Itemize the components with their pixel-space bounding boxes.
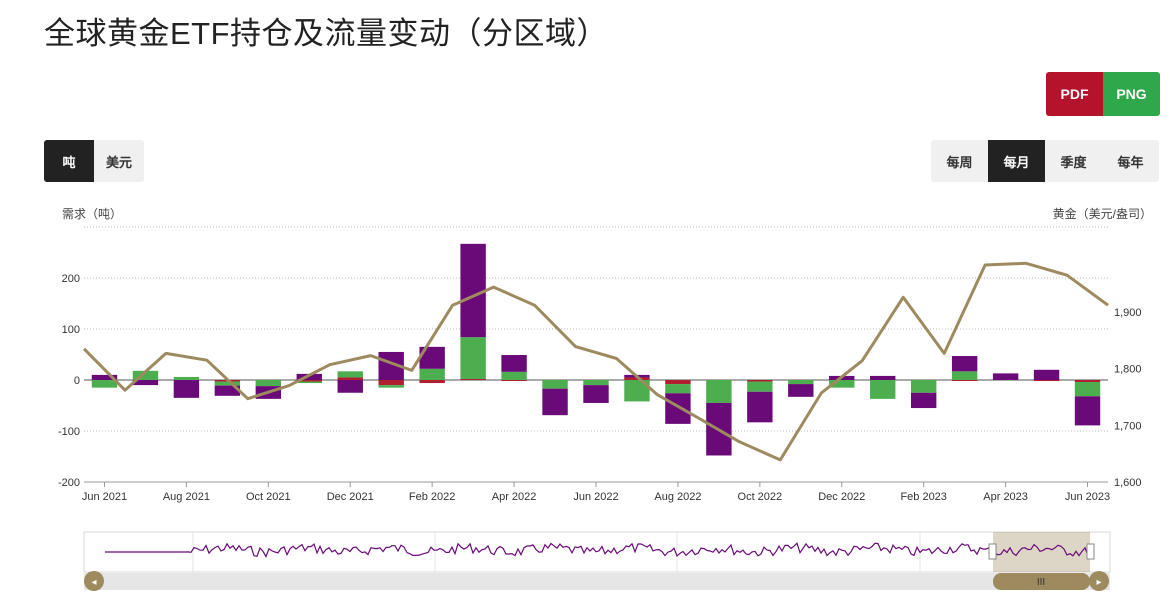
chevron-left-icon: ◂ (91, 577, 96, 588)
navigator-right-handle[interactable] (1086, 543, 1095, 560)
scrollbar-thumb-grip: III (1037, 577, 1045, 588)
navigator-scrollbar-track[interactable] (84, 573, 1110, 590)
chevron-right-icon: ▸ (1096, 577, 1101, 588)
navigator-left-handle[interactable] (988, 543, 997, 560)
range-navigator: III ◂ ▸ (83, 531, 1111, 591)
